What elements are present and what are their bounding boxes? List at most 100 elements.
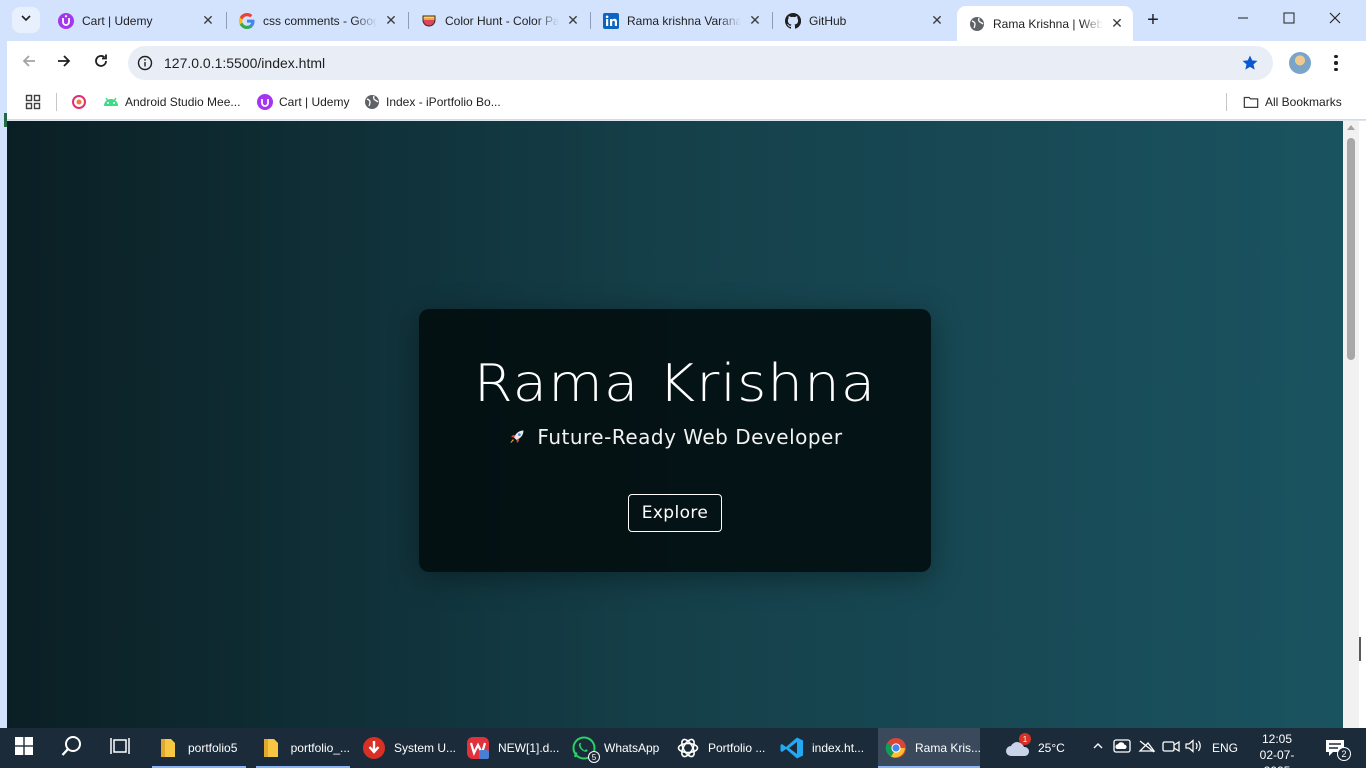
tab-udemy[interactable]: Cart | Udemy ✕	[46, 6, 224, 35]
url-text[interactable]: 127.0.0.1:5500/index.html	[164, 55, 325, 71]
tab-rama-krishna-active[interactable]: Rama Krishna | Web Developer ✕	[957, 6, 1133, 41]
close-icon[interactable]: ✕	[747, 12, 763, 29]
taskbar-app-label: WhatsApp	[604, 741, 660, 755]
close-icon[interactable]: ✕	[929, 12, 945, 29]
tab-search-button[interactable]	[12, 7, 40, 33]
colorhunt-icon	[421, 13, 437, 29]
browser-toolbar: 127.0.0.1:5500/index.html	[0, 41, 1366, 85]
speaker-icon	[1185, 738, 1203, 758]
taskbar-app-chrome[interactable]: Rama Kris...	[878, 728, 982, 768]
taskbar-app-label: portfolio_...	[290, 741, 350, 755]
all-bookmarks-button[interactable]: All Bookmarks	[1243, 92, 1342, 112]
tab-google-search[interactable]: css comments - Google Search ✕	[227, 6, 407, 35]
clock-date: 02-07-2025	[1259, 748, 1295, 768]
back-button[interactable]	[15, 49, 43, 77]
profile-avatar[interactable]	[1289, 52, 1311, 74]
chevron-up-icon	[1092, 739, 1104, 757]
forward-button[interactable]	[50, 49, 78, 77]
bookmark-udemy[interactable]: Cart | Udemy	[257, 92, 349, 112]
chrome-icon	[885, 736, 907, 760]
show-hidden-icons-button[interactable]	[1090, 728, 1106, 768]
browser-menu-button[interactable]	[1326, 51, 1346, 75]
close-icon[interactable]: ✕	[565, 12, 581, 29]
volume-tray[interactable]	[1185, 728, 1203, 768]
tab-github[interactable]: GitHub ✕	[773, 6, 953, 35]
address-bar[interactable]: 127.0.0.1:5500/index.html	[128, 46, 1273, 80]
clock-time: 12:05	[1261, 732, 1293, 746]
search-button[interactable]	[48, 728, 96, 768]
close-icon	[1329, 11, 1341, 29]
close-icon[interactable]: ✕	[1109, 15, 1125, 32]
scroll-up-arrow-icon[interactable]	[1347, 125, 1355, 130]
search-icon	[61, 735, 83, 762]
input-language[interactable]: ENG	[1212, 728, 1238, 768]
taskbar-app-portfolio5[interactable]: portfolio5	[152, 728, 246, 768]
folder-icon	[1243, 94, 1259, 110]
weather-temperature[interactable]: 25°C	[1038, 728, 1065, 768]
wps-icon	[466, 736, 490, 760]
taskbar-app-label: NEW[1].d...	[498, 741, 560, 755]
reload-button[interactable]	[87, 49, 115, 77]
tab-title: Cart | Udemy	[82, 13, 153, 28]
system-clock[interactable]: 12:05 02-07-2025	[1248, 731, 1306, 768]
taskbar-app-system-update[interactable]: System U...	[360, 728, 456, 768]
taskbar-app-chatgpt[interactable]: Portfolio ...	[674, 728, 772, 768]
window-left-edge	[0, 41, 7, 728]
chevron-down-icon	[20, 11, 32, 29]
bookmark-iportfolio[interactable]: Index - iPortfolio Bo...	[364, 92, 501, 112]
network-tray[interactable]	[1138, 728, 1156, 768]
github-icon	[785, 12, 801, 29]
apps-grid-icon	[25, 94, 41, 110]
new-tab-button[interactable]: +	[1141, 9, 1165, 31]
bookmark-separator	[1226, 93, 1227, 111]
task-view-icon	[110, 737, 130, 760]
google-icon	[239, 12, 255, 29]
whatsapp-icon: 5	[572, 736, 600, 763]
bookmark-star-icon[interactable]	[1241, 54, 1259, 72]
bookmarks-bar: Android Studio Mee... Cart | Udemy Index…	[0, 85, 1366, 120]
weather-widget-icon[interactable]: 1	[1002, 728, 1034, 768]
close-window-button[interactable]	[1312, 6, 1358, 34]
taskbar-app-label: portfolio5	[188, 741, 238, 755]
close-icon[interactable]: ✕	[383, 12, 399, 29]
plus-icon: +	[1147, 8, 1159, 31]
explore-button[interactable]: Explore	[628, 494, 722, 532]
maximize-button[interactable]	[1266, 6, 1312, 34]
scrollbar-thumb[interactable]	[1347, 138, 1355, 360]
taskbar-app-wps[interactable]: NEW[1].d...	[464, 728, 560, 768]
tab-linkedin[interactable]: Rama krishna Varanasi | LinkedIn ✕	[591, 6, 771, 35]
udemy-icon	[257, 94, 273, 110]
minimize-button[interactable]	[1220, 6, 1266, 34]
site-info-icon[interactable]	[137, 55, 153, 71]
bookmark-instagram[interactable]	[71, 92, 93, 112]
hero-card: Rama Krishna Future-Ready Web Developer …	[419, 309, 931, 572]
bookmark-label: Android Studio Mee...	[125, 95, 241, 109]
tab-title: Rama krishna Varanasi | LinkedIn	[627, 13, 741, 28]
notification-count-badge: 2	[1337, 747, 1351, 761]
onedrive-tray[interactable]	[1113, 728, 1131, 768]
task-view-button[interactable]	[96, 728, 144, 768]
instagram-icon	[71, 94, 87, 110]
globe-icon	[969, 16, 985, 32]
page-scrollbar[interactable]	[1343, 121, 1359, 728]
rocket-icon	[507, 427, 527, 447]
meet-now-tray[interactable]	[1162, 728, 1180, 768]
tab-strip: Cart | Udemy ✕ css comments - Google Sea…	[0, 0, 1366, 41]
taskbar-app-vscode[interactable]: index.ht...	[778, 728, 872, 768]
taskbar-app-whatsapp[interactable]: 5 WhatsApp	[570, 728, 668, 768]
taskbar-app-portfolio-folder[interactable]: portfolio_...	[256, 728, 350, 768]
tab-title: Color Hunt - Color Palettes	[445, 13, 559, 28]
folder-icon	[260, 736, 283, 760]
tab-title: GitHub	[809, 13, 847, 28]
tab-color-hunt[interactable]: Color Hunt - Color Palettes ✕	[409, 6, 589, 35]
taskbar-app-label: Rama Kris...	[915, 741, 982, 755]
page-viewport: Rama Krishna Future-Ready Web Developer …	[7, 121, 1343, 728]
globe-icon	[364, 94, 380, 110]
all-bookmarks-label: All Bookmarks	[1265, 95, 1342, 109]
apps-button[interactable]	[25, 92, 47, 112]
bookmark-android-studio[interactable]: Android Studio Mee...	[103, 92, 240, 112]
notification-center-button[interactable]: 2	[1320, 728, 1351, 768]
close-icon[interactable]: ✕	[200, 12, 216, 29]
windows-taskbar: portfolio5 portfolio_... System U... NEW…	[0, 728, 1366, 768]
start-button[interactable]	[0, 728, 48, 768]
